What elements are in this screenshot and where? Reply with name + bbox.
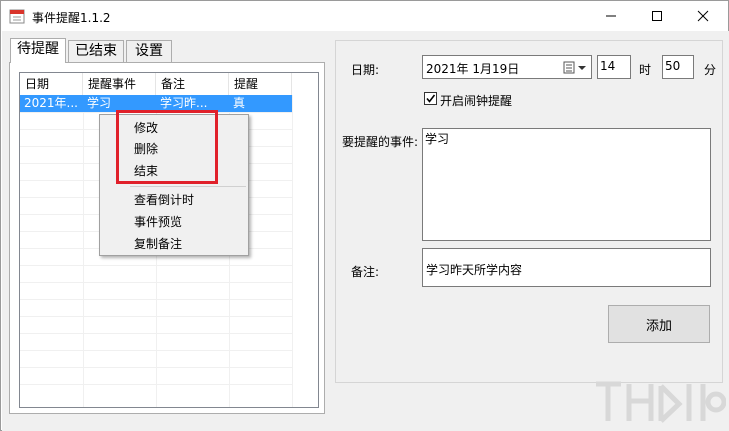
- menu-item-countdown[interactable]: 查看倒计时: [134, 190, 194, 210]
- note-field[interactable]: 学习昨天所学内容: [422, 248, 711, 287]
- grid-line: [83, 95, 84, 407]
- checkmark-icon: [426, 94, 436, 103]
- watermark-logo-icon: [596, 381, 726, 423]
- column-header-remind[interactable]: 提醒: [229, 73, 292, 95]
- grid-line: [292, 95, 293, 407]
- event-label: 要提醒的事件:: [342, 135, 419, 149]
- close-icon: [697, 10, 709, 22]
- menu-item-preview[interactable]: 事件预览: [134, 212, 182, 232]
- maximize-button[interactable]: [634, 1, 680, 31]
- list-header: 日期 提醒事件 备注 提醒: [20, 73, 318, 95]
- date-value: 2021年 1月19日: [426, 62, 520, 76]
- title-bar: 事件提醒1.1.2: [1, 1, 728, 31]
- column-header-date[interactable]: 日期: [20, 73, 83, 95]
- menu-separator: [130, 186, 246, 187]
- calendar-dropdown-icon[interactable]: [563, 61, 589, 75]
- alarm-label[interactable]: 开启闹钟提醒: [440, 92, 512, 109]
- close-button[interactable]: [680, 1, 726, 31]
- minimize-button[interactable]: [588, 1, 634, 31]
- calendar-icon: [9, 9, 25, 24]
- maximize-icon: [652, 11, 662, 21]
- cell-remind: 真: [233, 96, 246, 110]
- grid-line: [20, 265, 292, 266]
- column-header-note[interactable]: 备注: [156, 73, 229, 95]
- minute-unit: 分: [704, 63, 717, 77]
- alarm-checkbox[interactable]: [424, 92, 437, 105]
- grid-line: [20, 299, 292, 300]
- app-window: 事件提醒1.1.2 待提醒 已结束 设置 日期 提醒事件 备注 提醒 2021年…: [0, 0, 729, 431]
- hour-field[interactable]: 14: [597, 55, 631, 79]
- hour-unit: 时: [639, 63, 652, 77]
- column-header-event[interactable]: 提醒事件: [83, 73, 156, 95]
- tab-pending[interactable]: 待提醒: [10, 38, 66, 63]
- tab-finished[interactable]: 已结束: [68, 40, 124, 62]
- window-title: 事件提醒1.1.2: [32, 11, 111, 25]
- grid-line: [20, 333, 292, 334]
- event-textarea[interactable]: 学习: [422, 128, 711, 241]
- grid-line: [20, 350, 292, 351]
- note-label: 备注:: [351, 265, 380, 279]
- minute-field[interactable]: 50: [662, 55, 694, 79]
- tab-settings[interactable]: 设置: [126, 40, 172, 62]
- grid-line: [20, 367, 292, 368]
- grid-line: [20, 282, 292, 283]
- grid-line: [20, 384, 292, 385]
- grid-line: [20, 316, 292, 317]
- annotation-highlight-box: [116, 110, 218, 184]
- minimize-icon: [606, 15, 616, 17]
- date-picker[interactable]: 2021年 1月19日: [422, 55, 592, 79]
- menu-item-copy-note[interactable]: 复制备注: [134, 234, 182, 254]
- add-button[interactable]: 添加: [608, 305, 710, 343]
- date-label: 日期:: [351, 63, 380, 77]
- cell-date: 2021年...: [24, 96, 78, 110]
